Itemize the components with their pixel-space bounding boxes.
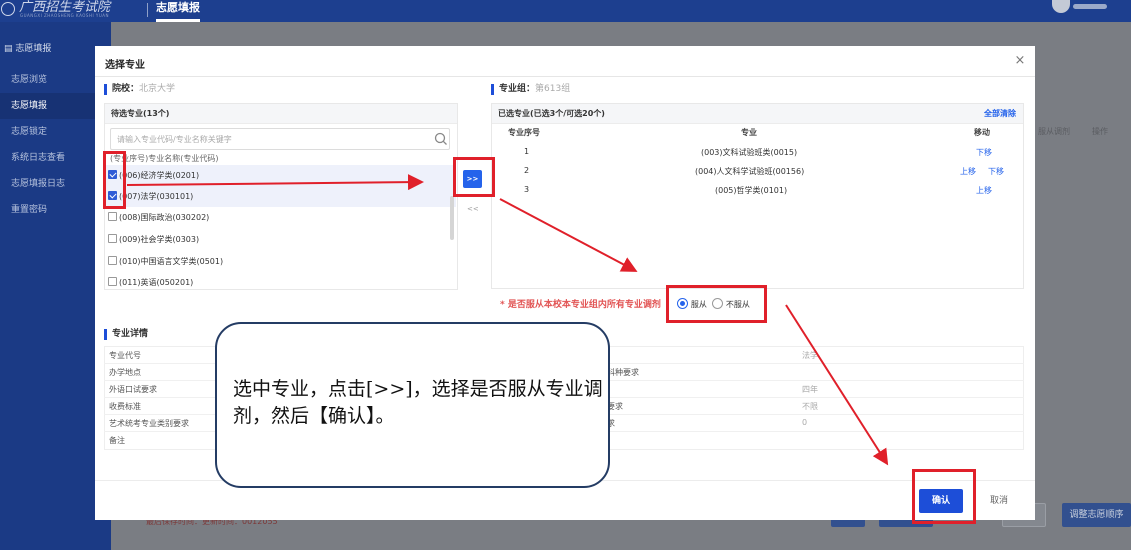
row-seq: 2 — [524, 166, 530, 175]
pending-majors-title: 待选专业(13个) — [105, 104, 457, 124]
move-up-link[interactable]: 上移 — [960, 166, 976, 177]
dialog-header: 选择专业 × — [95, 46, 1035, 77]
sidebar-item-label: 志愿填报 — [15, 44, 52, 54]
move-left-button[interactable]: << — [467, 205, 479, 213]
row-major: (003)文科试验班类(0015) — [701, 148, 798, 157]
obey-question: * 是否服从本校本专业组内所有专业调剂 — [500, 300, 661, 310]
row-major: (005)哲学类(0101) — [715, 186, 788, 195]
detail-label-fee: 收费标准 — [109, 402, 141, 411]
logo-icon — [1, 2, 15, 16]
option-label: (009)社会学类(0303) — [119, 235, 200, 244]
user-name-placeholder[interactable] — [1073, 4, 1107, 9]
nav-volunteer-fill[interactable]: 志愿填报 — [156, 0, 200, 16]
column-header-adjust: 服从调剂 — [1038, 127, 1070, 136]
detail-label-remark: 备注 — [109, 436, 125, 445]
detail-section-title: 专业详情 — [104, 329, 148, 340]
highlight-move-button — [453, 157, 495, 197]
instruction-text: 选中专业，点击[>>]，选择是否服从专业调剂，然后【确认】。 — [233, 378, 603, 427]
move-down-link[interactable]: 下移 — [976, 147, 992, 158]
divider — [147, 3, 148, 17]
row-seq: 1 — [524, 147, 530, 156]
clear-all-link[interactable]: 全部清除 — [984, 108, 1016, 119]
checkbox[interactable] — [108, 234, 117, 243]
column-header-move: 移动 — [974, 128, 990, 137]
group-label: 专业组：第613组 — [491, 84, 570, 95]
search-box — [110, 128, 450, 150]
list-caption: (专业序号)专业名称(专业代码) — [110, 154, 219, 163]
list-item[interactable]: (011)英语(050201) — [104, 272, 456, 288]
option-label: (006)经济学类(0201) — [119, 171, 200, 180]
logo-subtitle: GUANGXI ZHAOSHENG KAOSHI YUAN — [20, 13, 110, 18]
cancel-button[interactable]: 取消 — [977, 489, 1021, 513]
detail-value-count: 0 — [802, 418, 808, 427]
list-item[interactable]: (009)社会学类(0303) — [104, 229, 456, 250]
school-label-text: 院校： — [112, 84, 140, 94]
list-item[interactable]: (010)中国语言文学类(0501) — [104, 251, 456, 272]
option-label: (008)国际政治(030202) — [119, 213, 210, 222]
highlight-confirm-button — [912, 469, 976, 524]
list-item[interactable]: (007)法学(030101) — [104, 186, 456, 207]
column-header-major: 专业 — [741, 128, 757, 137]
group-label-text: 专业组： — [499, 84, 536, 94]
move-down-link[interactable]: 下移 — [988, 166, 1004, 177]
search-icon[interactable] — [433, 131, 449, 147]
top-navigation-bar: 广西招生考试院 GUANGXI ZHAOSHENG KAOSHI YUAN 志愿… — [0, 0, 1131, 22]
school-value: 北京大学 — [139, 84, 176, 94]
list-scrollbar[interactable] — [450, 196, 454, 240]
option-label: (007)法学(030101) — [119, 192, 194, 201]
detail-value-name: 法学 — [802, 351, 818, 360]
search-input[interactable] — [117, 132, 417, 146]
detail-value-limit: 不限 — [802, 402, 818, 411]
highlight-checkboxes — [103, 151, 126, 209]
checkbox[interactable] — [108, 277, 117, 286]
highlight-obey-radio — [666, 285, 767, 323]
option-label: (011)英语(050201) — [119, 278, 194, 287]
detail-label-art: 艺术统考专业类别要求 — [109, 419, 189, 428]
checkbox[interactable] — [108, 212, 117, 221]
detail-label-code: 专业代号 — [109, 351, 141, 360]
list-item[interactable]: (008)国际政治(030202) — [104, 207, 456, 228]
selected-majors-panel: 已选专业(已选3个/可选20个) — [491, 103, 1024, 289]
row-major: (004)人文科学试验班(00156) — [695, 167, 805, 176]
menu-icon: ▤ — [4, 44, 16, 54]
detail-value-years: 四年 — [802, 385, 818, 394]
dialog-title: 选择专业 — [105, 60, 145, 71]
selected-majors-title: 已选专业(已选3个/可选20个) — [492, 104, 1023, 124]
school-label: 院校：北京大学 — [104, 84, 175, 95]
option-label: (010)中国语言文学类(0501) — [119, 257, 224, 266]
group-value: 第613组 — [535, 84, 571, 94]
detail-label-oral: 外语口试要求 — [109, 385, 157, 394]
column-header-action: 操作 — [1092, 127, 1108, 136]
checkbox[interactable] — [108, 256, 117, 265]
row-seq: 3 — [524, 185, 530, 194]
list-item[interactable]: (006)经济学类(0201) — [104, 165, 456, 186]
column-header-seq: 专业序号 — [508, 128, 540, 137]
avatar[interactable] — [1052, 0, 1070, 13]
adjust-order-button[interactable]: 调整志愿顺序 — [1062, 503, 1131, 527]
instruction-callout: 选中专业，点击[>>]，选择是否服从专业调剂，然后【确认】。 — [215, 322, 610, 488]
close-icon[interactable]: × — [1012, 53, 1028, 69]
detail-label-location: 办学地点 — [109, 368, 141, 377]
detail-label-subject: 科种要求 — [607, 368, 639, 377]
move-up-link[interactable]: 上移 — [976, 185, 992, 196]
